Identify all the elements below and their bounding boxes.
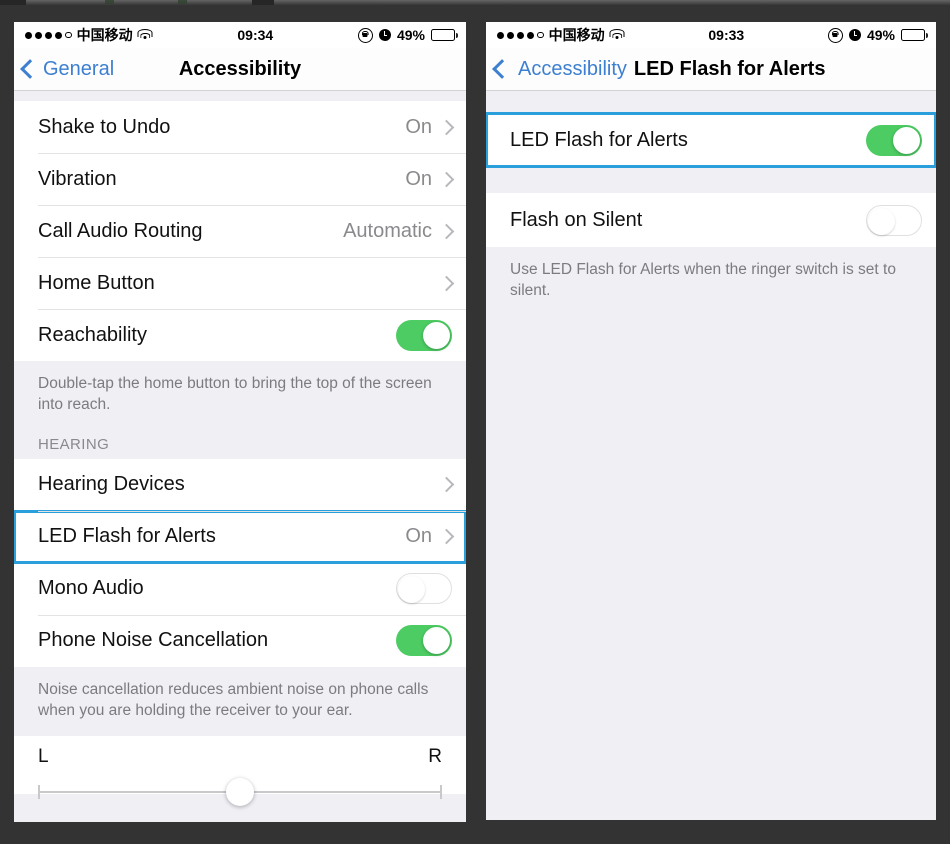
carrier-name: 中国移动 xyxy=(76,27,133,43)
row-call-audio-routing[interactable]: Call Audio Routing Automatic xyxy=(14,205,466,257)
chevron-right-icon xyxy=(438,223,455,239)
status-bar-clock: 09:34 xyxy=(237,27,274,43)
nav-inline-group: Accessibility LED Flash for Alerts xyxy=(486,58,825,81)
screenshot-stage: 中国移动 09:34 49% General Accessibility Sha… xyxy=(0,0,950,844)
status-bar-right-group: 49% xyxy=(827,27,929,43)
status-bar-clock: 09:33 xyxy=(708,27,745,43)
reachability-toggle[interactable] xyxy=(396,319,452,351)
slider-cap-left xyxy=(38,784,40,799)
wifi-icon xyxy=(137,29,153,41)
battery-percent-label: 49% xyxy=(396,27,425,43)
status-bar-right: 中国移动 09:33 49% xyxy=(486,22,936,48)
row-value: On xyxy=(405,115,432,138)
alarm-clock-icon xyxy=(378,29,391,41)
row-label: Vibration xyxy=(38,167,117,190)
battery-icon xyxy=(901,29,929,41)
row-mono-audio[interactable]: Mono Audio xyxy=(14,562,466,615)
alarm-clock-icon xyxy=(848,29,861,41)
signal-strength-dots xyxy=(497,31,544,39)
phone-screenshot-left: 中国移动 09:34 49% General Accessibility Sha… xyxy=(14,22,466,822)
page-title: LED Flash for Alerts xyxy=(633,57,826,80)
chevron-left-icon[interactable] xyxy=(492,59,512,79)
row-led-flash-for-alerts[interactable]: LED Flash for Alerts On xyxy=(14,509,466,564)
chevron-right-icon xyxy=(438,476,455,493)
row-led-flash-for-alerts-toggle[interactable]: LED Flash for Alerts xyxy=(486,112,936,168)
settings-group-flash-on-silent: Flash on Silent xyxy=(486,193,936,247)
row-label: LED Flash for Alerts xyxy=(510,128,688,151)
phone-noise-cancellation-toggle[interactable] xyxy=(396,625,452,657)
settings-scroll-right[interactable]: LED Flash for Alerts Flash on Silent Use… xyxy=(486,91,936,820)
row-label: Call Audio Routing xyxy=(38,219,203,242)
row-home-button[interactable]: Home Button xyxy=(14,257,466,309)
flash-on-silent-toggle[interactable] xyxy=(866,204,922,236)
footnote-noise-cancellation: Noise cancellation reduces ambient noise… xyxy=(14,666,466,736)
balance-labels: L R xyxy=(38,746,442,768)
status-bar-left-group: 中国移动 xyxy=(25,25,153,45)
settings-group-hearing: Hearing Devices LED Flash for Alerts On … xyxy=(14,458,466,667)
signal-strength-dots xyxy=(25,31,72,39)
row-label: Flash on Silent xyxy=(510,208,643,231)
row-phone-noise-cancellation[interactable]: Phone Noise Cancellation xyxy=(14,614,466,667)
mono-audio-toggle[interactable] xyxy=(396,573,452,605)
status-bar-left: 中国移动 09:34 49% xyxy=(14,22,466,48)
carrier-name: 中国移动 xyxy=(548,27,605,43)
row-label: Mono Audio xyxy=(38,577,144,600)
footnote-reachability: Double-tap the home button to bring the … xyxy=(14,361,466,430)
section-gap-top xyxy=(486,91,936,113)
wifi-icon xyxy=(609,29,625,41)
row-label: Reachability xyxy=(38,323,147,346)
row-label: Shake to Undo xyxy=(38,115,171,138)
chevron-right-icon xyxy=(438,119,455,135)
row-label: Hearing Devices xyxy=(38,473,185,496)
row-flash-on-silent[interactable]: Flash on Silent xyxy=(486,193,936,247)
footnote-flash-on-silent: Use LED Flash for Alerts when the ringer… xyxy=(486,247,936,316)
cropped-top-strip xyxy=(0,0,950,5)
section-header-hearing: HEARING xyxy=(14,429,466,459)
chevron-left-icon xyxy=(20,59,40,79)
rotation-lock-icon xyxy=(357,27,373,43)
row-shake-to-undo[interactable]: Shake to Undo On xyxy=(14,101,466,153)
chevron-right-icon xyxy=(438,275,455,291)
section-gap-middle xyxy=(486,167,936,193)
row-label: LED Flash for Alerts xyxy=(38,525,216,548)
balance-slider[interactable] xyxy=(38,777,442,806)
back-button-accessibility[interactable]: Accessibility xyxy=(518,58,627,81)
row-hearing-devices[interactable]: Hearing Devices xyxy=(14,458,466,511)
chevron-right-icon xyxy=(438,528,455,545)
row-vibration[interactable]: Vibration On xyxy=(14,153,466,205)
row-value: On xyxy=(405,525,432,548)
led-flash-for-alerts-toggle[interactable] xyxy=(866,124,922,156)
back-button-label: General xyxy=(43,57,115,80)
back-button-general[interactable]: General xyxy=(14,58,114,81)
nav-bar-right: Accessibility LED Flash for Alerts xyxy=(486,48,936,91)
slider-thumb[interactable] xyxy=(226,777,254,806)
phone-screenshot-right: 中国移动 09:33 49% Accessibility LED Flash f… xyxy=(486,22,936,820)
rotation-lock-icon xyxy=(827,27,843,43)
chevron-right-icon xyxy=(438,171,455,187)
battery-percent-label: 49% xyxy=(866,27,895,43)
balance-right-label: R xyxy=(428,745,442,767)
battery-icon xyxy=(431,29,459,41)
audio-balance-slider-group: L R xyxy=(14,735,466,806)
row-label: Phone Noise Cancellation xyxy=(38,629,269,652)
status-bar-left-group: 中国移动 xyxy=(497,25,625,45)
row-value: Automatic xyxy=(343,219,432,242)
settings-group-led-flash: LED Flash for Alerts xyxy=(486,112,936,168)
nav-bar-left: General Accessibility xyxy=(14,48,466,91)
settings-group-interaction: Shake to Undo On Vibration On Call Audio… xyxy=(14,101,466,361)
settings-scroll-left[interactable]: Shake to Undo On Vibration On Call Audio… xyxy=(14,91,466,822)
balance-left-label: L xyxy=(38,745,49,767)
slider-cap-right xyxy=(440,784,442,799)
status-bar-right-group: 49% xyxy=(357,27,459,43)
row-value: On xyxy=(405,167,432,190)
row-reachability[interactable]: Reachability xyxy=(14,309,466,361)
row-label: Home Button xyxy=(38,271,155,294)
